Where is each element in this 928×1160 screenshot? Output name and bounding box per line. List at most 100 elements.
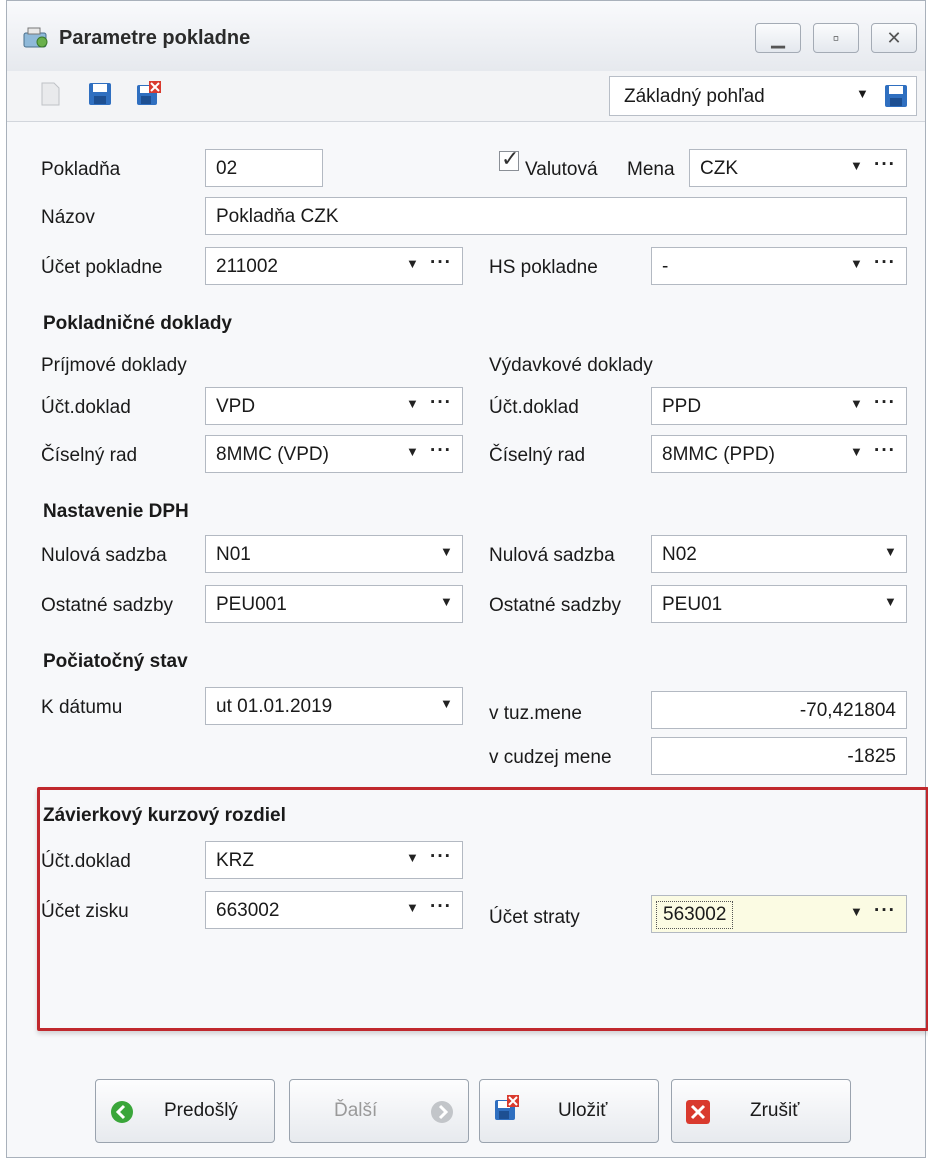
tuz-input[interactable]: -70,421804 bbox=[651, 691, 907, 729]
zav-uctdoklad-select[interactable]: KRZ ▼ ··· bbox=[205, 841, 463, 879]
pociatocny-header: Počiatočný stav bbox=[43, 651, 188, 672]
cudzej-input[interactable]: -1825 bbox=[651, 737, 907, 775]
ellipsis-icon[interactable]: ··· bbox=[874, 252, 896, 274]
prij-ciselny-value: 8MMC (VPD) bbox=[216, 444, 329, 465]
right-ostatne-label: Ostatné sadzby bbox=[489, 595, 622, 616]
chevron-down-icon[interactable]: ▼ bbox=[406, 256, 419, 271]
left-ostatne-select[interactable]: PEU001 ▼ bbox=[205, 585, 463, 623]
ellipsis-icon[interactable]: ··· bbox=[874, 900, 896, 922]
ucet-pokladne-select[interactable]: 211002 ▼ ··· bbox=[205, 247, 463, 285]
ellipsis-icon[interactable]: ··· bbox=[430, 846, 452, 868]
new-document-icon[interactable] bbox=[37, 81, 63, 107]
cash-register-icon bbox=[23, 27, 48, 48]
left-nulova-label: Nulová sadzba bbox=[41, 545, 167, 566]
hs-pokladne-select[interactable]: - ▼ ··· bbox=[651, 247, 907, 285]
mena-select[interactable]: CZK ▼ ··· bbox=[689, 149, 907, 187]
vyd-ciselny-value: 8MMC (PPD) bbox=[662, 444, 775, 465]
vyd-uctdoklad-value: PPD bbox=[662, 396, 702, 417]
chevron-down-icon[interactable]: ▼ bbox=[884, 544, 897, 559]
valutova-checkbox[interactable]: ✓ bbox=[499, 146, 519, 171]
chevron-down-icon[interactable]: ▼ bbox=[856, 86, 869, 101]
chevron-down-icon[interactable]: ▼ bbox=[850, 256, 863, 271]
pokladna-label: Pokladňa bbox=[41, 159, 121, 180]
chevron-down-icon[interactable]: ▼ bbox=[850, 396, 863, 411]
nazov-value: Pokladňa CZK bbox=[216, 206, 339, 227]
right-ostatne-select[interactable]: PEU01 ▼ bbox=[651, 585, 907, 623]
chevron-down-icon[interactable]: ▼ bbox=[850, 444, 863, 459]
save-icon bbox=[495, 1095, 519, 1120]
cancel-button[interactable]: Zrušiť bbox=[671, 1079, 851, 1143]
vyd-ciselny-select[interactable]: 8MMC (PPD) ▼ ··· bbox=[651, 435, 907, 473]
valutova-label: Valutová bbox=[525, 159, 598, 180]
ellipsis-icon[interactable]: ··· bbox=[874, 440, 896, 462]
check-icon: ✓ bbox=[501, 146, 520, 171]
nazov-input[interactable]: Pokladňa CZK bbox=[205, 197, 907, 235]
vyd-ciselny-label: Číselný rad bbox=[489, 445, 586, 466]
tuz-label: v tuz.mene bbox=[489, 703, 582, 724]
parameters-window: Parametre pokladne ▁ ▫ ✕ Základný pohľad… bbox=[6, 0, 928, 1158]
doklady-header: Pokladničné doklady bbox=[43, 313, 232, 334]
save-view-icon[interactable] bbox=[884, 83, 908, 109]
pokladna-value: 02 bbox=[216, 158, 238, 179]
ellipsis-icon[interactable]: ··· bbox=[430, 440, 452, 462]
mena-label: Mena bbox=[627, 159, 675, 180]
straty-select[interactable]: 563002 ▼ ··· bbox=[651, 895, 907, 933]
minimize-icon: ▁ bbox=[771, 28, 785, 48]
vyd-uctdoklad-select[interactable]: PPD ▼ ··· bbox=[651, 387, 907, 425]
chevron-down-icon[interactable]: ▼ bbox=[406, 900, 419, 915]
chevron-down-icon[interactable]: ▼ bbox=[440, 594, 453, 609]
chevron-down-icon[interactable]: ▼ bbox=[440, 696, 453, 711]
left-nulova-select[interactable]: N01 ▼ bbox=[205, 535, 463, 573]
ellipsis-icon[interactable]: ··· bbox=[430, 896, 452, 918]
ucet-pokladne-value: 211002 bbox=[216, 256, 278, 277]
left-ostatne-value: PEU001 bbox=[216, 594, 287, 615]
chevron-down-icon[interactable]: ▼ bbox=[850, 904, 863, 919]
save-and-close-icon[interactable] bbox=[135, 81, 161, 107]
right-ostatne-value: PEU01 bbox=[662, 594, 723, 615]
prij-uctdoklad-select[interactable]: VPD ▼ ··· bbox=[205, 387, 463, 425]
ellipsis-icon[interactable]: ··· bbox=[874, 154, 896, 176]
ellipsis-icon[interactable]: ··· bbox=[430, 252, 452, 274]
zav-uctdoklad-label: Účt.doklad bbox=[41, 851, 131, 872]
prij-ciselny-label: Číselný rad bbox=[41, 445, 138, 466]
prij-uctdoklad-label: Účt.doklad bbox=[41, 397, 131, 418]
view-selector[interactable]: Základný pohľad ▼ bbox=[609, 76, 917, 116]
left-ostatne-label: Ostatné sadzby bbox=[41, 595, 174, 616]
chevron-down-icon[interactable]: ▼ bbox=[406, 850, 419, 865]
right-nulova-select[interactable]: N02 ▼ bbox=[651, 535, 907, 573]
kdatumu-value: ut 01.01.2019 bbox=[216, 696, 333, 717]
chevron-down-icon[interactable]: ▼ bbox=[406, 444, 419, 459]
straty-label: Účet straty bbox=[489, 907, 580, 928]
chevron-down-icon[interactable]: ▼ bbox=[440, 544, 453, 559]
next-button[interactable]: Ďalší bbox=[289, 1079, 469, 1143]
save-icon[interactable] bbox=[87, 81, 113, 107]
hs-pokladne-label: HS pokladne bbox=[489, 257, 598, 278]
prev-button[interactable]: Predošlý bbox=[95, 1079, 275, 1143]
ucet-pokladne-label: Účet pokladne bbox=[41, 257, 163, 278]
minimize-button[interactable]: ▁ bbox=[755, 23, 801, 53]
chevron-down-icon[interactable]: ▼ bbox=[884, 594, 897, 609]
chevron-down-icon[interactable]: ▼ bbox=[850, 158, 863, 173]
prijmove-label: Príjmové doklady bbox=[41, 355, 187, 376]
zisku-select[interactable]: 663002 ▼ ··· bbox=[205, 891, 463, 929]
cancel-icon bbox=[686, 1100, 710, 1124]
zavierkovy-header: Závierkový kurzový rozdiel bbox=[43, 805, 286, 826]
close-button[interactable]: ✕ bbox=[871, 23, 917, 53]
cancel-button-label: Zrušiť bbox=[750, 1100, 800, 1121]
right-nulova-value: N02 bbox=[662, 544, 697, 565]
vydavkove-label: Výdavkové doklady bbox=[489, 355, 653, 376]
prij-ciselny-select[interactable]: 8MMC (VPD) ▼ ··· bbox=[205, 435, 463, 473]
maximize-button[interactable]: ▫ bbox=[813, 23, 859, 53]
pokladna-input[interactable]: 02 bbox=[205, 149, 323, 187]
kdatumu-datepicker[interactable]: ut 01.01.2019 ▼ bbox=[205, 687, 463, 725]
ellipsis-icon[interactable]: ··· bbox=[430, 392, 452, 414]
view-selector-value: Základný pohľad bbox=[624, 86, 765, 107]
left-nulova-value: N01 bbox=[216, 544, 251, 565]
dph-header: Nastavenie DPH bbox=[43, 501, 189, 522]
prev-button-label: Predošlý bbox=[164, 1100, 238, 1121]
ellipsis-icon[interactable]: ··· bbox=[874, 392, 896, 414]
straty-value: 563002 bbox=[656, 901, 734, 929]
arrow-left-icon bbox=[111, 1101, 133, 1123]
chevron-down-icon[interactable]: ▼ bbox=[406, 396, 419, 411]
save-button[interactable]: Uložiť bbox=[479, 1079, 659, 1143]
